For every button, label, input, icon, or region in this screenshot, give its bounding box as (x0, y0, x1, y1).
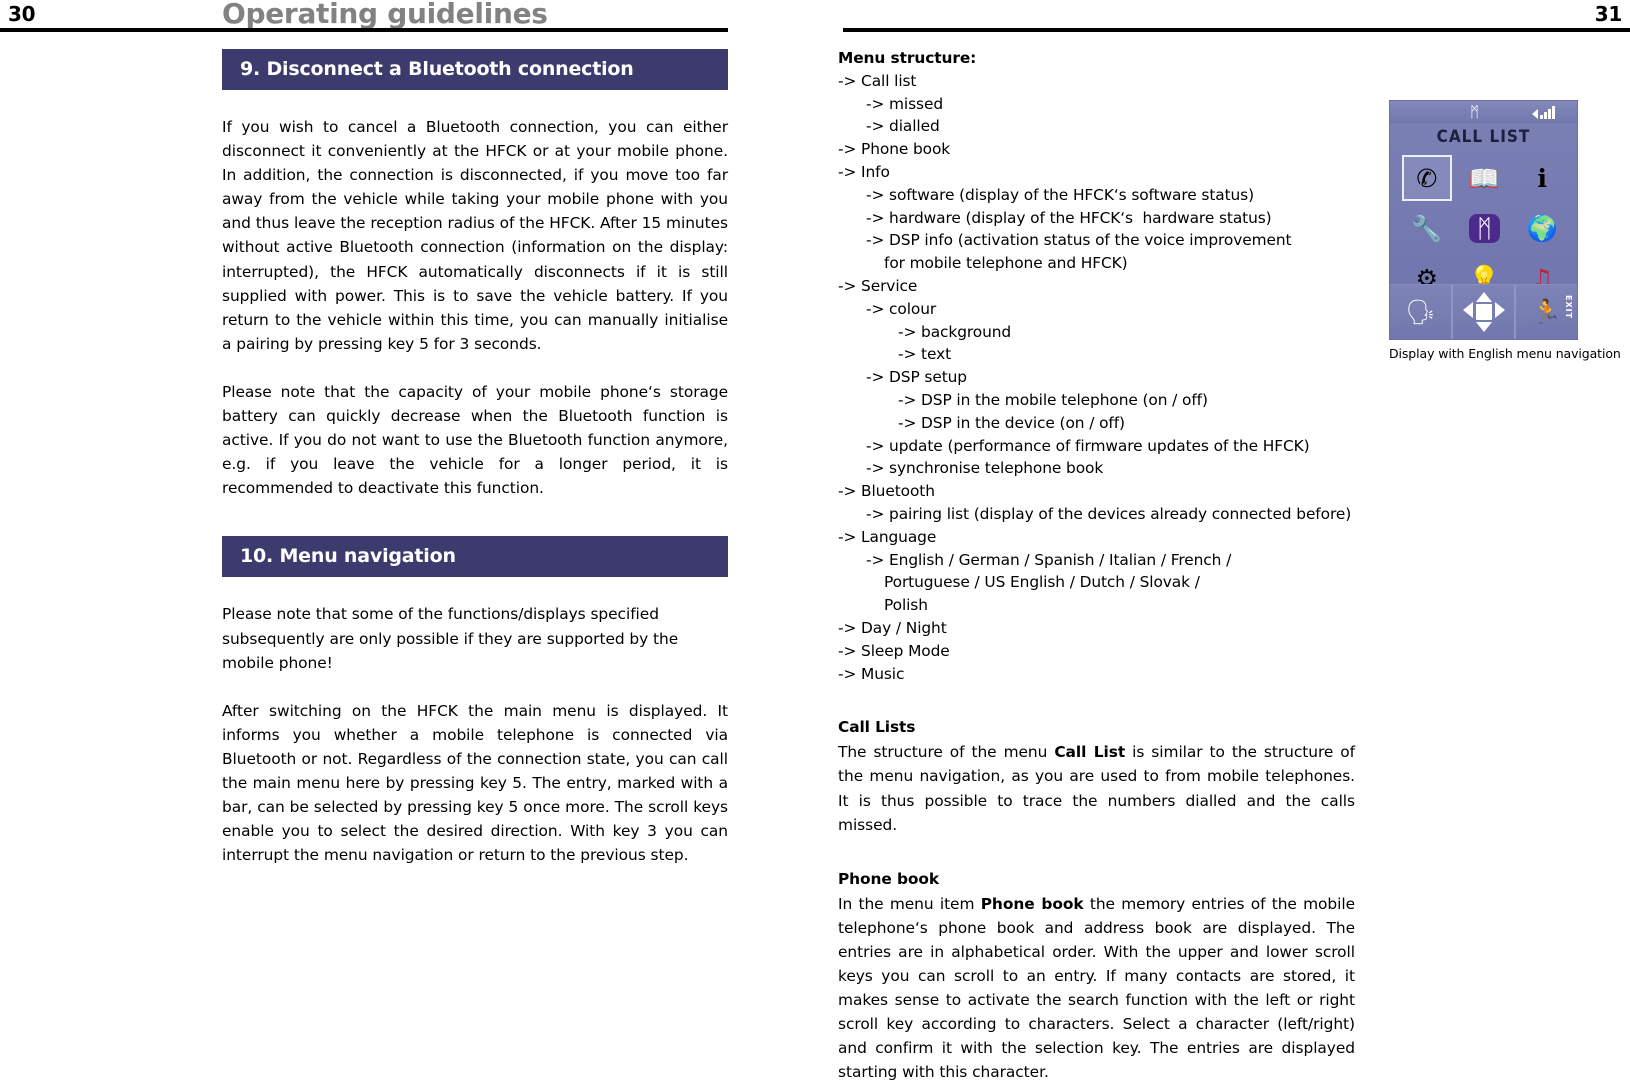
exit-icon[interactable]: 🏃 EXIT (1514, 285, 1577, 339)
language-globe-icon[interactable]: 🌍 (1517, 205, 1567, 251)
menu-tree-item: -> Bluetooth (838, 482, 935, 501)
page-number-right: 31 (1594, 2, 1623, 26)
menu-tree-item: -> English / German / Spanish / Italian … (866, 550, 1232, 569)
globe-glyph: 🌍 (1526, 213, 1558, 243)
exit-label: EXIT (1564, 295, 1573, 320)
speaker-icon (1532, 109, 1538, 119)
phone-book-glyph: 📖 (1468, 163, 1501, 193)
info-glyph: ℹ (1537, 163, 1547, 193)
menu-tree-item-continuation: Portuguese / US English / Dutch / Slovak… (884, 573, 1200, 592)
call-lists-bold-term: Call List (1054, 743, 1126, 762)
menu-tree-item: -> dialled (866, 117, 940, 136)
display-menu-title: CALL LIST (1436, 127, 1531, 147)
menu-tree-item-continuation: for mobile telephone and HFCK) (884, 254, 1128, 273)
figure-caption: Display with English menu navigation (1389, 346, 1621, 361)
phone-book-heading: Phone book (838, 869, 939, 888)
exit-runner-glyph: 🏃 (1531, 298, 1562, 326)
menu-tree-item: -> Info (838, 162, 890, 181)
bluetooth-icon: ᛗ (1470, 103, 1480, 121)
menu-tree-item: -> DSP setup (866, 368, 967, 387)
call-list-icon[interactable]: ✆ (1401, 155, 1452, 201)
call-lists-paragraph: The structure of the menu Call List is s… (838, 740, 1355, 836)
bluetooth-glyph: ᛗ (1468, 213, 1500, 243)
section-heading-10: 10. Menu navigation (222, 536, 728, 578)
menu-tree-item: -> colour (866, 299, 937, 318)
menu-tree-item: -> Sleep Mode (838, 641, 950, 660)
bluetooth-icon[interactable]: ᛗ (1459, 205, 1509, 251)
header-rule-right (843, 28, 1630, 32)
section10-paragraph-2: After switching on the HFCK the main men… (222, 701, 728, 865)
dpad-right-arrow (1494, 302, 1505, 318)
voice-dial-glyph: 🗣 (1405, 298, 1436, 326)
signal-bars-icon (1532, 104, 1555, 119)
menu-tree-item: -> DSP in the device (on / off) (898, 413, 1125, 432)
menu-tree-item: -> background (898, 322, 1012, 341)
voice-dial-icon[interactable]: 🗣 (1390, 285, 1451, 339)
display-figure: ᛗ CALL LIST ✆ 📖 ℹ 🔧 ᛗ 🌍 ⚙ 💡 ♫ 🗣 🏃 EXIT D… (1389, 100, 1621, 361)
dpad-left-arrow (1462, 302, 1473, 318)
menu-structure-title: Menu structure: (838, 49, 977, 67)
menu-tree-item: -> Service (838, 276, 918, 295)
menu-tree-item: -> text (898, 345, 952, 364)
page-title: Operating guidelines (222, 0, 548, 30)
service-wrench-icon[interactable]: 🔧 (1402, 205, 1452, 251)
call-lists-text-before: The structure of the menu (838, 743, 1055, 762)
menu-tree-item: -> Music (838, 664, 905, 683)
call-list-glyph: ✆ (1416, 163, 1438, 193)
menu-tree-item: -> pairing list (display of the devices … (866, 504, 1352, 523)
section9-paragraph-1: If you wish to cancel a Bluetooth connec… (222, 118, 728, 353)
call-lists-heading: Call Lists (838, 718, 916, 737)
header-rule-left (0, 28, 728, 32)
phone-book-paragraph: In the menu item Phone book the memory e… (838, 892, 1355, 1084)
phone-book-text-after: the memory entries of the mobile telepho… (838, 894, 1355, 1082)
menu-tree-item: -> DSP in the mobile telephone (on / off… (898, 390, 1208, 409)
page-number-left: 30 (8, 2, 36, 26)
phone-book-text-before: In the menu item (838, 894, 981, 913)
phone-book-bold-term: Phone book (980, 894, 1084, 913)
device-display-screen: ᛗ CALL LIST ✆ 📖 ℹ 🔧 ᛗ 🌍 ⚙ 💡 ♫ 🗣 🏃 EXIT (1389, 100, 1578, 340)
section-heading-9: 9. Disconnect a Bluetooth connection (222, 49, 728, 90)
menu-tree-item: -> software (display of the HFCK‘s softw… (866, 185, 1254, 204)
menu-tree-item: -> hardware (display of the HFCK‘s hardw… (866, 208, 1272, 227)
dpad-down-arrow (1475, 322, 1492, 332)
menu-tree-item: -> Language (838, 527, 937, 546)
page-header: 30 Operating guidelines 31 (0, 0, 1630, 34)
display-icon-grid: ✆ 📖 ℹ 🔧 ᛗ 🌍 ⚙ 💡 ♫ (1398, 153, 1571, 303)
section10-paragraph-1: Please note that some of the functions/d… (222, 605, 679, 672)
dpad-up-arrow (1475, 292, 1492, 302)
display-status-bar: ᛗ (1390, 101, 1577, 123)
menu-tree-item: -> missed (866, 94, 943, 113)
info-icon[interactable]: ℹ (1517, 155, 1567, 201)
menu-tree-item: -> update (performance of firmware updat… (866, 436, 1310, 455)
display-soft-key-bar: 🗣 🏃 EXIT (1390, 284, 1577, 339)
menu-tree-item: -> synchronise telephone book (866, 459, 1104, 478)
menu-tree-item-continuation: Polish (884, 596, 928, 615)
menu-tree-item: -> Call list (838, 71, 917, 90)
left-column: 9. Disconnect a Bluetooth connection If … (222, 49, 728, 867)
menu-tree-item: -> Phone book (838, 140, 951, 159)
menu-tree-item: -> DSP info (activation status of the vo… (866, 231, 1292, 250)
dpad-shape (1462, 292, 1505, 332)
section9-paragraph-2: Please note that the capacity of your mo… (222, 382, 728, 498)
wrench-glyph: 🔧 (1411, 213, 1443, 243)
dpad-center (1475, 304, 1492, 320)
phone-book-icon[interactable]: 📖 (1459, 155, 1509, 201)
dpad-icon[interactable] (1451, 285, 1514, 339)
menu-structure-tree: -> Call list -> missed -> dialled -> Pho… (838, 70, 1355, 686)
menu-tree-item: -> Day / Night (838, 618, 947, 637)
right-column: Menu structure: -> Call list -> missed -… (838, 47, 1355, 1084)
